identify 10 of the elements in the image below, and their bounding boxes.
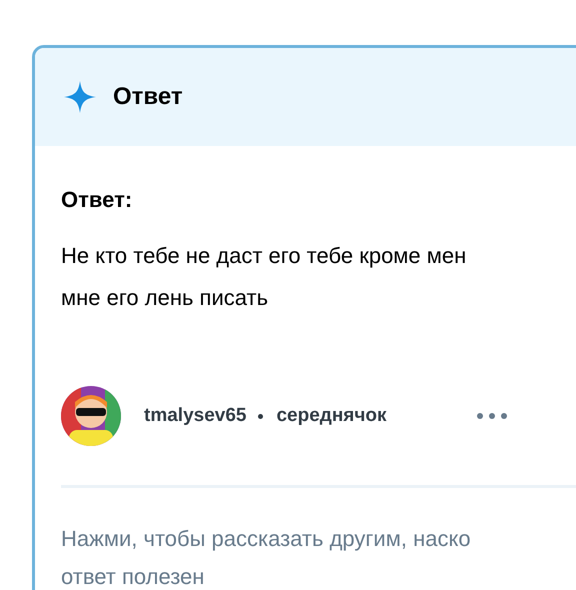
sparkle-icon <box>63 80 97 114</box>
card-title: Ответ <box>113 82 183 112</box>
rating-prompt-text: Нажми, чтобы рассказать другим, наско <box>61 525 471 553</box>
answer-label: Ответ: <box>61 186 134 214</box>
username[interactable]: tmalysev65 <box>144 402 246 430</box>
rating-prompt-text: ответ полезен <box>61 563 204 590</box>
answer-text: Не кто тебе не даст его тебе кроме мен <box>61 242 466 270</box>
answer-text: мне его лень писать <box>61 284 268 312</box>
more-options-icon[interactable] <box>476 413 507 419</box>
user-rank: середнячок <box>276 404 387 428</box>
